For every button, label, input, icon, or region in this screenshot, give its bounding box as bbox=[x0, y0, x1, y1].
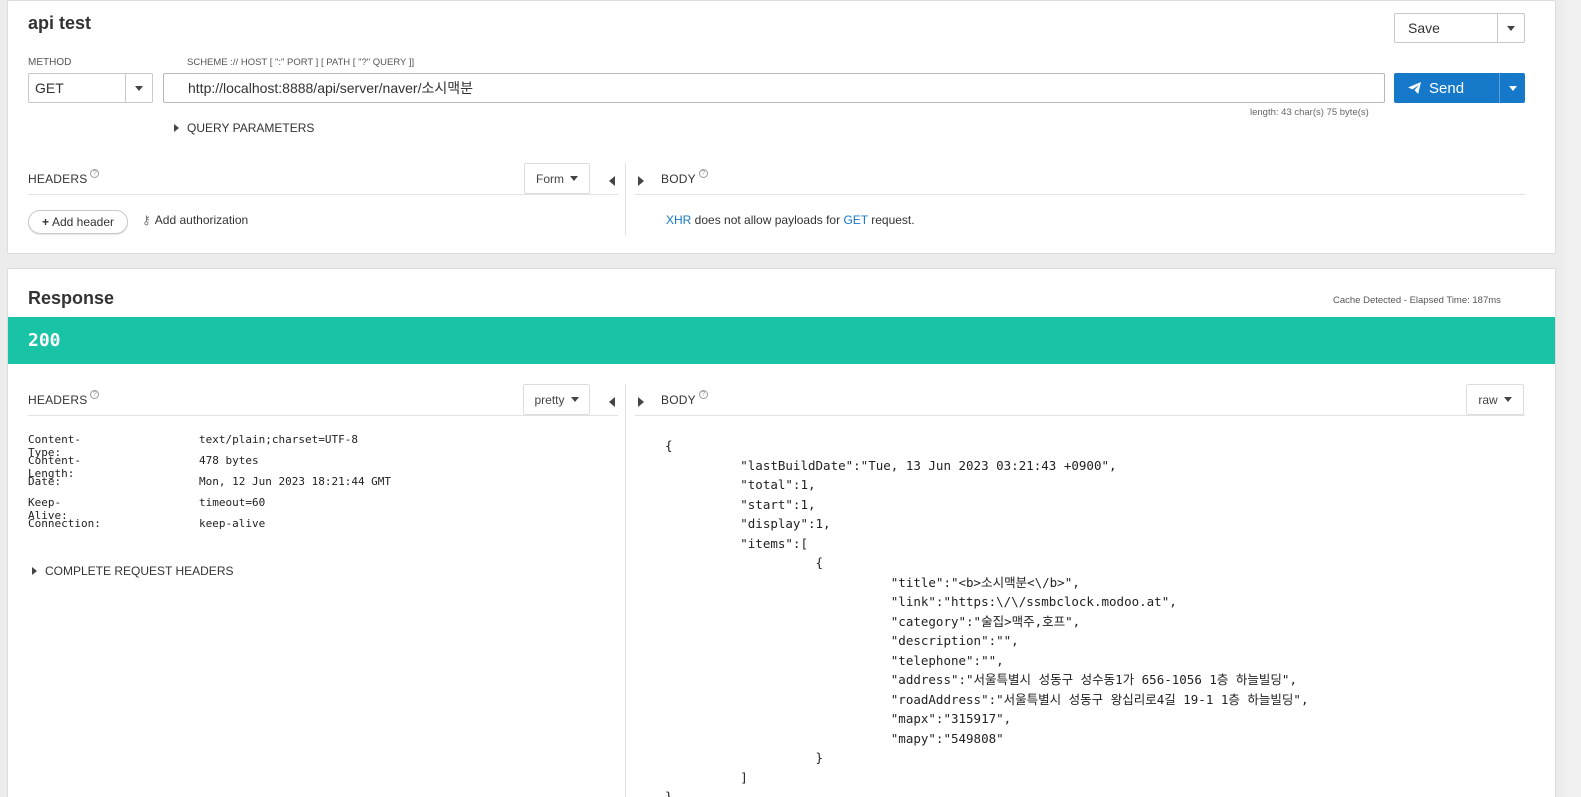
caret-right-icon bbox=[32, 567, 37, 575]
message-text: does not allow payloads for bbox=[691, 213, 844, 227]
method-value: GET bbox=[35, 80, 64, 96]
add-authorization-label: Add authorization bbox=[154, 213, 249, 227]
url-length-info: length: 43 char(s) 75 byte(s) bbox=[1250, 107, 1369, 118]
help-icon[interactable]: ? bbox=[90, 390, 100, 399]
help-icon[interactable]: ? bbox=[698, 169, 708, 178]
header-value: text/plain;charset=UTF-8 bbox=[199, 433, 358, 446]
header-value: 478 bytes bbox=[199, 454, 259, 467]
message-end: request. bbox=[867, 213, 915, 227]
response-body-underline bbox=[635, 415, 1525, 416]
send-button[interactable]: Send bbox=[1394, 73, 1525, 103]
method-select[interactable]: GET bbox=[28, 73, 153, 103]
get-link[interactable]: GET bbox=[843, 213, 867, 227]
raw-toggle[interactable]: raw bbox=[1466, 384, 1524, 415]
help-icon[interactable]: ? bbox=[698, 390, 708, 399]
collapse-headers-button[interactable] bbox=[609, 173, 615, 191]
pretty-toggle[interactable]: pretty bbox=[523, 384, 590, 415]
save-label: Save bbox=[1408, 20, 1440, 36]
key-icon: ⚷ bbox=[142, 213, 151, 227]
method-label: METHOD bbox=[28, 57, 72, 68]
chevron-down-icon bbox=[570, 397, 579, 402]
response-body-content: { "lastBuildDate":"Tue, 13 Jun 2023 03:2… bbox=[665, 438, 1309, 797]
caret-right-icon bbox=[638, 176, 644, 186]
headers-form-toggle[interactable]: Form bbox=[524, 163, 590, 194]
response-title: Response bbox=[28, 288, 115, 308]
header-key: Date: bbox=[28, 475, 62, 488]
save-dropdown-toggle[interactable] bbox=[1497, 14, 1524, 42]
header-key: Connection: bbox=[28, 517, 101, 530]
raw-label: raw bbox=[1478, 392, 1498, 407]
scheme-hint: SCHEME :// HOST [ ":" PORT ] [ PATH [ "?… bbox=[187, 57, 415, 68]
status-bar: 200 bbox=[8, 317, 1555, 364]
request-title: api test bbox=[28, 13, 92, 33]
response-body-text: BODY bbox=[661, 393, 696, 407]
help-icon[interactable]: ? bbox=[90, 169, 100, 178]
pretty-label: pretty bbox=[534, 392, 565, 407]
collapse-response-headers-button[interactable] bbox=[609, 394, 615, 412]
add-header-button[interactable]: + Add header bbox=[28, 210, 128, 234]
header-value: keep-alive bbox=[199, 517, 266, 530]
response-panel: Response Cache Detected - Elapsed Time: … bbox=[7, 268, 1556, 797]
expand-response-body-button[interactable] bbox=[638, 394, 644, 412]
request-headers-text: HEADERS bbox=[28, 172, 88, 186]
chevron-down-icon bbox=[1507, 25, 1515, 31]
caret-left-icon bbox=[609, 397, 615, 407]
header-value: timeout=60 bbox=[199, 496, 266, 509]
xhr-link[interactable]: XHR bbox=[666, 213, 691, 227]
response-body-label: BODY? bbox=[661, 390, 708, 407]
request-panel: api test Save METHOD SCHEME :// HOST [ "… bbox=[7, 0, 1556, 254]
save-button[interactable]: Save bbox=[1394, 13, 1525, 43]
add-authorization-link[interactable]: ⚷ Add authorization bbox=[142, 213, 248, 227]
body-underline bbox=[635, 194, 1525, 195]
paper-plane-icon bbox=[1408, 82, 1421, 94]
status-code: 200 bbox=[28, 330, 61, 351]
url-input[interactable] bbox=[163, 73, 1385, 103]
send-label: Send bbox=[1429, 79, 1465, 97]
request-body-label: BODY? bbox=[661, 169, 708, 186]
request-body-text: BODY bbox=[661, 172, 696, 186]
page-scrollbar[interactable] bbox=[1564, 0, 1581, 797]
method-dropdown-toggle[interactable] bbox=[125, 74, 152, 102]
response-divider bbox=[625, 384, 626, 797]
query-parameters-toggle[interactable]: QUERY PARAMETERS bbox=[174, 121, 314, 135]
elapsed-time: Cache Detected - Elapsed Time: 187ms bbox=[1333, 295, 1501, 306]
query-parameters-label: QUERY PARAMETERS bbox=[187, 121, 315, 135]
caret-left-icon bbox=[609, 176, 615, 186]
body-unavailable-message: XHR does not allow payloads for GET requ… bbox=[666, 213, 915, 227]
chevron-down-icon bbox=[1508, 85, 1517, 91]
send-dropdown-toggle[interactable] bbox=[1499, 73, 1525, 103]
response-headers-underline bbox=[28, 415, 618, 416]
form-label: Form bbox=[536, 171, 564, 186]
header-value: Mon, 12 Jun 2023 18:21:44 GMT bbox=[199, 475, 392, 488]
headers-underline bbox=[28, 194, 618, 195]
complete-request-headers-toggle[interactable]: COMPLETE REQUEST HEADERS bbox=[32, 564, 233, 578]
request-headers-label: HEADERS? bbox=[28, 169, 100, 186]
chevron-down-icon bbox=[1503, 397, 1512, 402]
expand-body-button[interactable] bbox=[638, 173, 644, 191]
add-header-label: Add header bbox=[51, 215, 115, 229]
section-divider bbox=[625, 163, 626, 235]
caret-right-icon bbox=[174, 124, 179, 132]
chevron-down-icon bbox=[135, 85, 143, 91]
chevron-down-icon bbox=[570, 176, 578, 181]
response-headers-label: HEADERS? bbox=[28, 390, 100, 407]
response-headers-text: HEADERS bbox=[28, 393, 88, 407]
complete-request-headers-label: COMPLETE REQUEST HEADERS bbox=[45, 564, 234, 578]
caret-right-icon bbox=[638, 397, 644, 407]
plus-icon: + bbox=[41, 215, 49, 229]
